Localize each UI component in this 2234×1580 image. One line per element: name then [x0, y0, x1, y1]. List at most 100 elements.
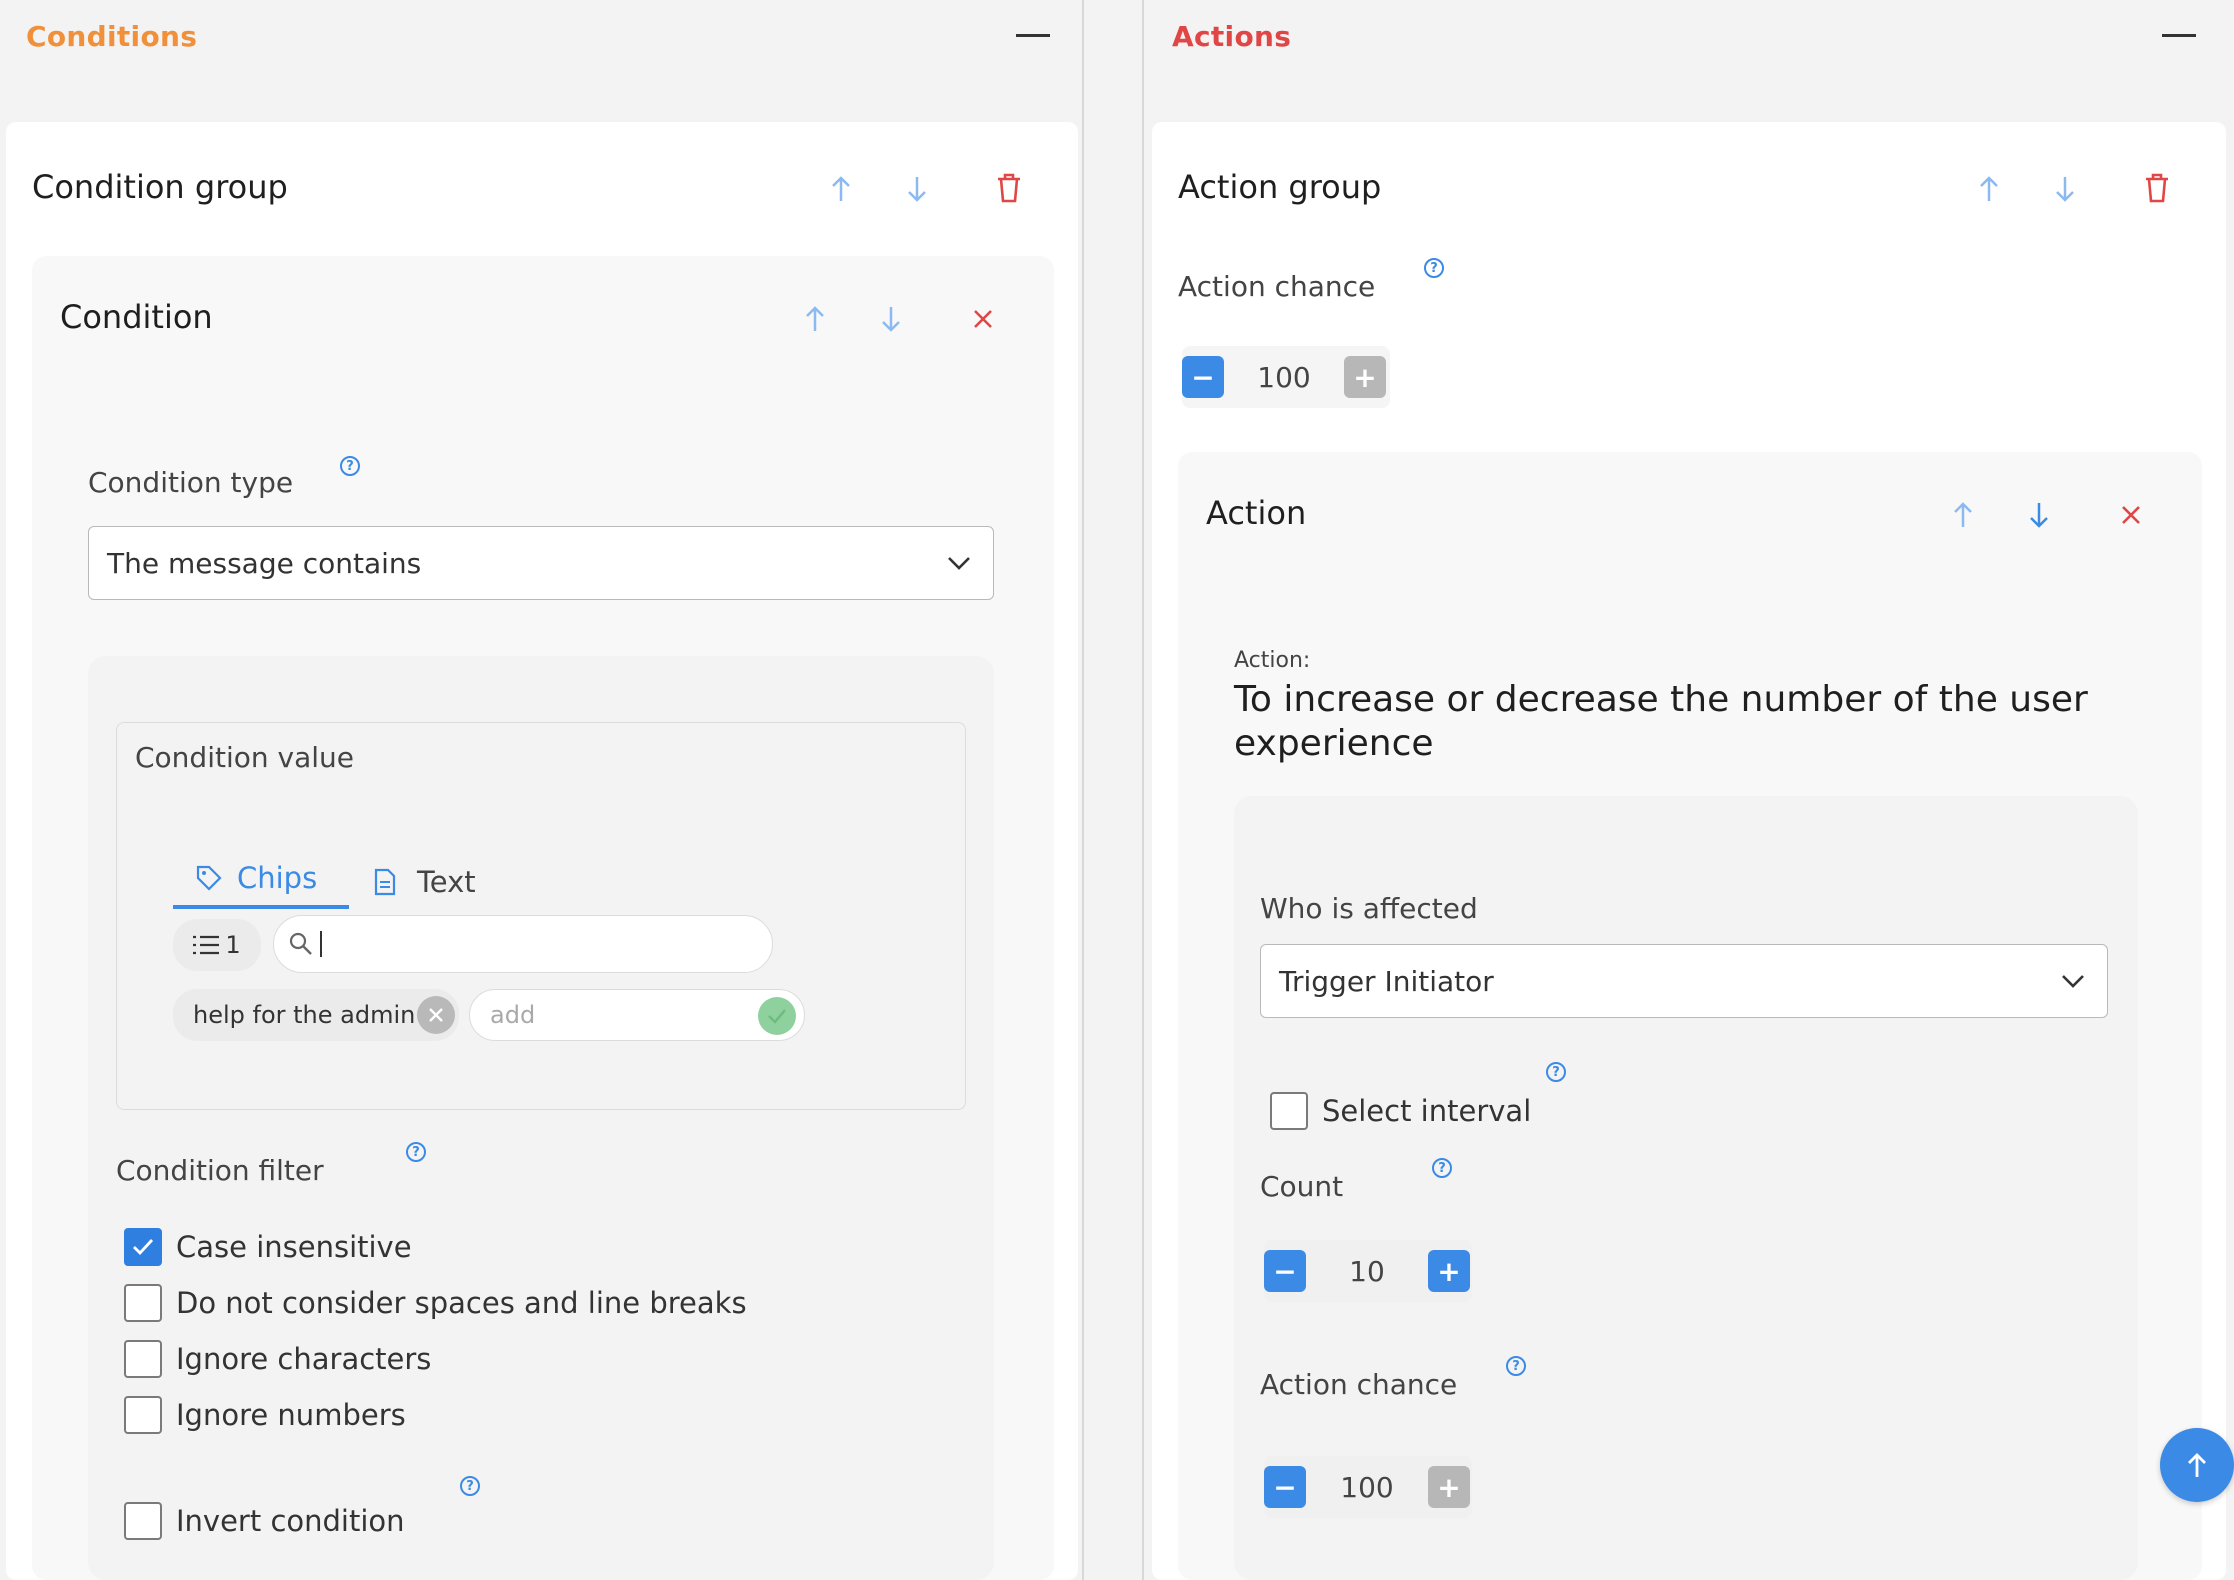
- move-down-icon[interactable]: [2024, 498, 2054, 532]
- chip-item[interactable]: help for the admin: [173, 989, 459, 1041]
- filter-option-label: Ignore numbers: [176, 1398, 406, 1432]
- invert-condition-option[interactable]: Invert condition: [124, 1502, 405, 1540]
- filter-option-spaces[interactable]: Do not consider spaces and line breaks: [124, 1284, 747, 1322]
- condition-type-value: The message contains: [107, 546, 422, 580]
- filter-option-characters[interactable]: Ignore characters: [124, 1340, 431, 1378]
- decrement-button[interactable]: −: [1264, 1466, 1306, 1508]
- select-interval-label: Select interval: [1322, 1094, 1532, 1128]
- condition-type-select[interactable]: The message contains: [88, 526, 994, 600]
- condition-card: Condition Condition type ? The message c…: [32, 256, 1054, 1580]
- panel-splitter[interactable]: [1084, 0, 1144, 1580]
- move-down-icon[interactable]: [2050, 172, 2080, 206]
- condition-type-label: Condition type: [88, 466, 294, 499]
- who-affected-label: Who is affected: [1260, 892, 1478, 925]
- increment-button[interactable]: +: [1344, 356, 1386, 398]
- trash-icon[interactable]: [994, 170, 1024, 206]
- filter-option-label: Do not consider spaces and line breaks: [176, 1286, 747, 1320]
- move-up-icon[interactable]: [1974, 172, 2004, 206]
- conditions-header-title: Conditions: [26, 20, 198, 53]
- chevron-down-icon: [948, 557, 970, 570]
- chip-remove-icon[interactable]: [417, 996, 455, 1034]
- help-icon[interactable]: ?: [1506, 1356, 1526, 1376]
- action-chance-value[interactable]: 100: [1224, 361, 1344, 394]
- count-stepper[interactable]: − 10 +: [1264, 1240, 1472, 1302]
- action-chance-stepper[interactable]: − 100 +: [1182, 346, 1390, 408]
- close-icon[interactable]: [2116, 500, 2146, 530]
- help-icon[interactable]: ?: [1432, 1158, 1452, 1178]
- checkbox[interactable]: [124, 1340, 162, 1378]
- select-interval-option[interactable]: Select interval: [1270, 1092, 1531, 1130]
- help-icon[interactable]: ?: [1546, 1062, 1566, 1082]
- action-card: Action Action: To increase or decrease t…: [1178, 452, 2202, 1580]
- action-chance-label: Action chance: [1178, 270, 1376, 303]
- increment-button[interactable]: +: [1428, 1250, 1470, 1292]
- list-count: 1: [225, 931, 241, 959]
- collapse-icon[interactable]: [2162, 34, 2196, 37]
- decrement-button[interactable]: −: [1182, 356, 1224, 398]
- add-chip-input[interactable]: add: [469, 989, 805, 1041]
- list-count-badge[interactable]: 1: [173, 919, 261, 971]
- help-icon[interactable]: ?: [1424, 258, 1444, 278]
- condition-settings-card: Condition value Chips Text 1 help for th…: [88, 656, 994, 1580]
- move-up-icon[interactable]: [800, 302, 830, 336]
- scroll-to-top-button[interactable]: [2160, 1428, 2234, 1502]
- add-chip-placeholder: add: [490, 1001, 536, 1029]
- list-icon: [193, 935, 220, 955]
- collapse-icon[interactable]: [1016, 34, 1050, 37]
- help-icon[interactable]: ?: [340, 456, 360, 476]
- checkbox-checked[interactable]: [124, 1228, 162, 1266]
- search-input[interactable]: [273, 915, 773, 973]
- tag-icon: [196, 865, 222, 891]
- tab-chips-label: Chips: [237, 861, 318, 895]
- trash-icon[interactable]: [2142, 170, 2172, 206]
- increment-button[interactable]: +: [1428, 1466, 1470, 1508]
- checkbox[interactable]: [124, 1396, 162, 1434]
- condition-group-card: Condition group Condition Condition type…: [6, 122, 1078, 1580]
- filter-option-label: Case insensitive: [176, 1230, 412, 1264]
- checkbox[interactable]: [124, 1284, 162, 1322]
- action-chance-label: Action chance: [1260, 1368, 1458, 1401]
- action-title: Action: [1206, 494, 1307, 532]
- action-caption: Action:: [1234, 648, 1311, 673]
- move-down-icon[interactable]: [902, 172, 932, 206]
- condition-value-box: Condition value Chips Text 1 help for th…: [116, 722, 966, 1110]
- condition-title: Condition: [60, 298, 213, 336]
- action-group-card: Action group Action chance ? − 100 + Act…: [1152, 122, 2226, 1580]
- count-value[interactable]: 10: [1306, 1255, 1428, 1288]
- who-affected-value: Trigger Initiator: [1279, 964, 1494, 998]
- help-icon[interactable]: ?: [406, 1142, 426, 1162]
- search-cursor: [320, 931, 322, 957]
- action-group-title: Action group: [1178, 168, 1382, 206]
- move-down-icon[interactable]: [876, 302, 906, 336]
- tab-text-label: Text: [417, 865, 476, 899]
- close-icon[interactable]: [968, 304, 998, 334]
- chevron-down-icon: [2062, 975, 2084, 988]
- actions-header-title: Actions: [1172, 20, 1292, 53]
- count-label: Count: [1260, 1170, 1344, 1203]
- tab-text[interactable]: Text: [373, 855, 476, 909]
- tab-chips[interactable]: Chips: [173, 851, 349, 909]
- chip-label: help for the admin: [193, 1001, 416, 1029]
- filter-option-case-insensitive[interactable]: Case insensitive: [124, 1228, 412, 1266]
- condition-value-title: Condition value: [135, 741, 354, 774]
- actions-panel: Actions Action group Action chance ? − 1…: [1144, 0, 2234, 1580]
- arrow-up-icon: [2188, 1453, 2206, 1477]
- document-icon: [374, 868, 396, 896]
- filter-option-numbers[interactable]: Ignore numbers: [124, 1396, 406, 1434]
- condition-group-title: Condition group: [32, 168, 288, 206]
- condition-filter-title: Condition filter: [116, 1154, 324, 1187]
- move-up-icon[interactable]: [1948, 498, 1978, 532]
- invert-condition-label: Invert condition: [176, 1504, 405, 1538]
- action-settings-card: Who is affected Trigger Initiator ? Sele…: [1234, 796, 2138, 1580]
- help-icon[interactable]: ?: [460, 1476, 480, 1496]
- filter-option-label: Ignore characters: [176, 1342, 432, 1376]
- action-name: To increase or decrease the number of th…: [1234, 679, 2088, 764]
- action-chance-stepper[interactable]: − 100 +: [1264, 1456, 1472, 1518]
- checkbox[interactable]: [124, 1502, 162, 1540]
- move-up-icon[interactable]: [826, 172, 856, 206]
- checkbox[interactable]: [1270, 1092, 1308, 1130]
- check-icon[interactable]: [758, 997, 796, 1035]
- who-affected-select[interactable]: Trigger Initiator: [1260, 944, 2108, 1018]
- action-chance-value[interactable]: 100: [1306, 1471, 1428, 1504]
- decrement-button[interactable]: −: [1264, 1250, 1306, 1292]
